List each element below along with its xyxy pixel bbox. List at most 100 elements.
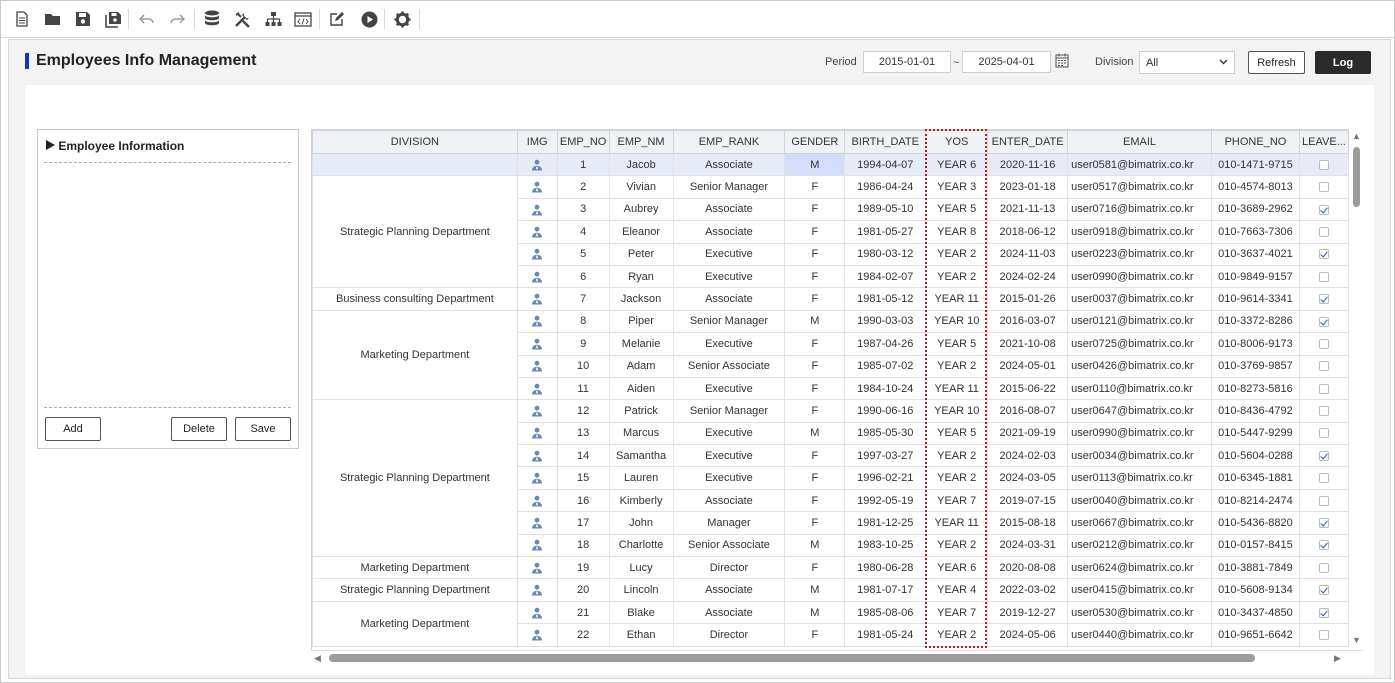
- phone-cell[interactable]: 010-3637-4021: [1211, 242, 1300, 266]
- birth-date-cell[interactable]: 1987-04-26: [844, 332, 927, 356]
- yos-cell[interactable]: YEAR 11: [925, 376, 989, 401]
- birth-date-cell[interactable]: 1985-07-02: [844, 354, 927, 378]
- emp-name-cell[interactable]: Piper: [608, 309, 674, 334]
- email-cell[interactable]: user0530@bimatrix.co.kr: [1067, 600, 1212, 625]
- enter-date-cell[interactable]: 2024-03-05: [987, 466, 1069, 490]
- leave-cell[interactable]: [1298, 556, 1349, 580]
- yos-cell[interactable]: YEAR 5: [925, 197, 989, 222]
- table-row[interactable]: Marketing Department 8 Piper Senior Manager…: [312, 309, 1349, 401]
- leave-checkbox[interactable]: [1318, 204, 1329, 215]
- edit-icon[interactable]: [327, 9, 347, 29]
- emp-no-cell[interactable]: 5: [556, 242, 610, 266]
- undo-icon[interactable]: [137, 9, 157, 29]
- emp-no-cell[interactable]: 12: [556, 399, 610, 423]
- emp-rank-cell[interactable]: Executive: [672, 242, 786, 266]
- emp-name-cell[interactable]: Melanie: [608, 332, 674, 356]
- yos-cell[interactable]: YEAR 2: [925, 242, 989, 266]
- img-cell[interactable]: [516, 220, 558, 244]
- yos-cell[interactable]: YEAR 2: [925, 533, 989, 558]
- leave-cell[interactable]: [1298, 354, 1349, 378]
- column-header[interactable]: DIVISION: [312, 130, 518, 154]
- emp-name-cell[interactable]: Peter: [608, 242, 674, 266]
- phone-cell[interactable]: 010-1471-9715: [1211, 152, 1300, 177]
- img-cell[interactable]: [516, 309, 558, 334]
- scroll-up-icon[interactable]: ▲: [1352, 131, 1361, 141]
- tools-icon[interactable]: [232, 9, 252, 29]
- gender-cell[interactable]: F: [784, 488, 846, 513]
- emp-rank-cell[interactable]: Associate: [672, 578, 786, 602]
- enter-date-cell[interactable]: 2016-03-07: [987, 309, 1069, 334]
- emp-no-cell[interactable]: 19: [556, 556, 610, 580]
- emp-rank-cell[interactable]: Director: [672, 623, 786, 647]
- phone-cell[interactable]: 010-9651-6642: [1211, 623, 1300, 647]
- division-select[interactable]: All: [1139, 51, 1235, 74]
- enter-date-cell[interactable]: 2020-08-08: [987, 556, 1069, 580]
- email-cell[interactable]: user0040@bimatrix.co.kr: [1067, 488, 1212, 513]
- emp-no-cell[interactable]: 18: [556, 533, 610, 558]
- emp-no-cell[interactable]: 4: [556, 220, 610, 244]
- gender-cell[interactable]: F: [784, 175, 846, 199]
- leave-cell[interactable]: [1298, 511, 1349, 535]
- email-cell[interactable]: user0918@bimatrix.co.kr: [1067, 220, 1212, 244]
- vertical-scroll-thumb[interactable]: [1353, 147, 1360, 207]
- emp-no-cell[interactable]: 8: [556, 309, 610, 334]
- gender-cell[interactable]: M: [784, 421, 846, 446]
- table-row[interactable]: Strategic Planning Department 12 Patrick Se…: [312, 399, 1349, 558]
- img-cell[interactable]: [516, 354, 558, 378]
- emp-rank-cell[interactable]: Senior Associate: [672, 533, 786, 558]
- emp-name-cell[interactable]: Jacob: [608, 152, 674, 177]
- emp-rank-cell[interactable]: Executive: [672, 376, 786, 401]
- emp-name-cell[interactable]: Marcus: [608, 421, 674, 446]
- emp-no-cell[interactable]: 2: [556, 175, 610, 199]
- birth-date-cell[interactable]: 1981-05-12: [844, 287, 927, 311]
- enter-date-cell[interactable]: 2015-08-18: [987, 511, 1069, 535]
- enter-date-cell[interactable]: 2024-03-31: [987, 533, 1069, 558]
- img-cell[interactable]: [516, 466, 558, 490]
- leave-checkbox[interactable]: [1318, 182, 1329, 193]
- enter-date-cell[interactable]: 2018-06-12: [987, 220, 1069, 244]
- division-cell[interactable]: Marketing Department: [312, 309, 518, 401]
- leave-checkbox[interactable]: [1318, 495, 1329, 506]
- phone-cell[interactable]: 010-3372-8286: [1211, 309, 1300, 334]
- emp-rank-cell[interactable]: Executive: [672, 466, 786, 490]
- column-header[interactable]: EMP_NM: [608, 130, 674, 154]
- email-cell[interactable]: user0581@bimatrix.co.kr: [1067, 152, 1212, 177]
- email-cell[interactable]: user0121@bimatrix.co.kr: [1067, 309, 1212, 334]
- phone-cell[interactable]: 010-5604-0288: [1211, 444, 1300, 468]
- emp-rank-cell[interactable]: Senior Manager: [672, 309, 786, 334]
- phone-cell[interactable]: 010-7663-7306: [1211, 220, 1300, 244]
- email-cell[interactable]: user0426@bimatrix.co.kr: [1067, 354, 1212, 378]
- leave-checkbox[interactable]: [1318, 338, 1329, 349]
- emp-rank-cell[interactable]: Associate: [672, 600, 786, 625]
- birth-date-cell[interactable]: 1981-07-17: [844, 578, 927, 602]
- emp-rank-cell[interactable]: Associate: [672, 152, 786, 177]
- leave-cell[interactable]: [1298, 376, 1349, 401]
- scroll-right-icon[interactable]: ▶: [1334, 653, 1341, 664]
- email-cell[interactable]: user0990@bimatrix.co.kr: [1067, 421, 1212, 446]
- division-cell[interactable]: [312, 152, 518, 177]
- emp-name-cell[interactable]: Lucy: [608, 556, 674, 580]
- birth-date-cell[interactable]: 1981-05-27: [844, 220, 927, 244]
- birth-date-cell[interactable]: 1985-05-30: [844, 421, 927, 446]
- birth-date-cell[interactable]: 1996-02-21: [844, 466, 927, 490]
- gender-cell[interactable]: M: [784, 152, 846, 177]
- emp-no-cell[interactable]: 14: [556, 444, 610, 468]
- phone-cell[interactable]: 010-0157-8415: [1211, 533, 1300, 558]
- gender-cell[interactable]: F: [784, 264, 846, 289]
- img-cell[interactable]: [516, 152, 558, 177]
- division-cell[interactable]: Strategic Planning Department: [312, 578, 518, 602]
- yos-cell[interactable]: YEAR 2: [925, 354, 989, 378]
- birth-date-cell[interactable]: 1985-08-06: [844, 600, 927, 625]
- leave-checkbox[interactable]: [1318, 450, 1329, 461]
- img-cell[interactable]: [516, 623, 558, 647]
- table-row[interactable]: Strategic Planning Department 2 Vivian Seni…: [312, 175, 1349, 289]
- yos-cell[interactable]: YEAR 6: [925, 152, 989, 177]
- birth-date-cell[interactable]: 1983-10-25: [844, 533, 927, 558]
- img-cell[interactable]: [516, 556, 558, 580]
- enter-date-cell[interactable]: 2021-10-08: [987, 332, 1069, 356]
- yos-cell[interactable]: YEAR 2: [925, 623, 989, 647]
- gender-cell[interactable]: F: [784, 399, 846, 423]
- column-header[interactable]: EMP_RANK: [672, 130, 786, 154]
- enter-date-cell[interactable]: 2019-07-15: [987, 488, 1069, 513]
- leave-checkbox[interactable]: [1318, 294, 1329, 305]
